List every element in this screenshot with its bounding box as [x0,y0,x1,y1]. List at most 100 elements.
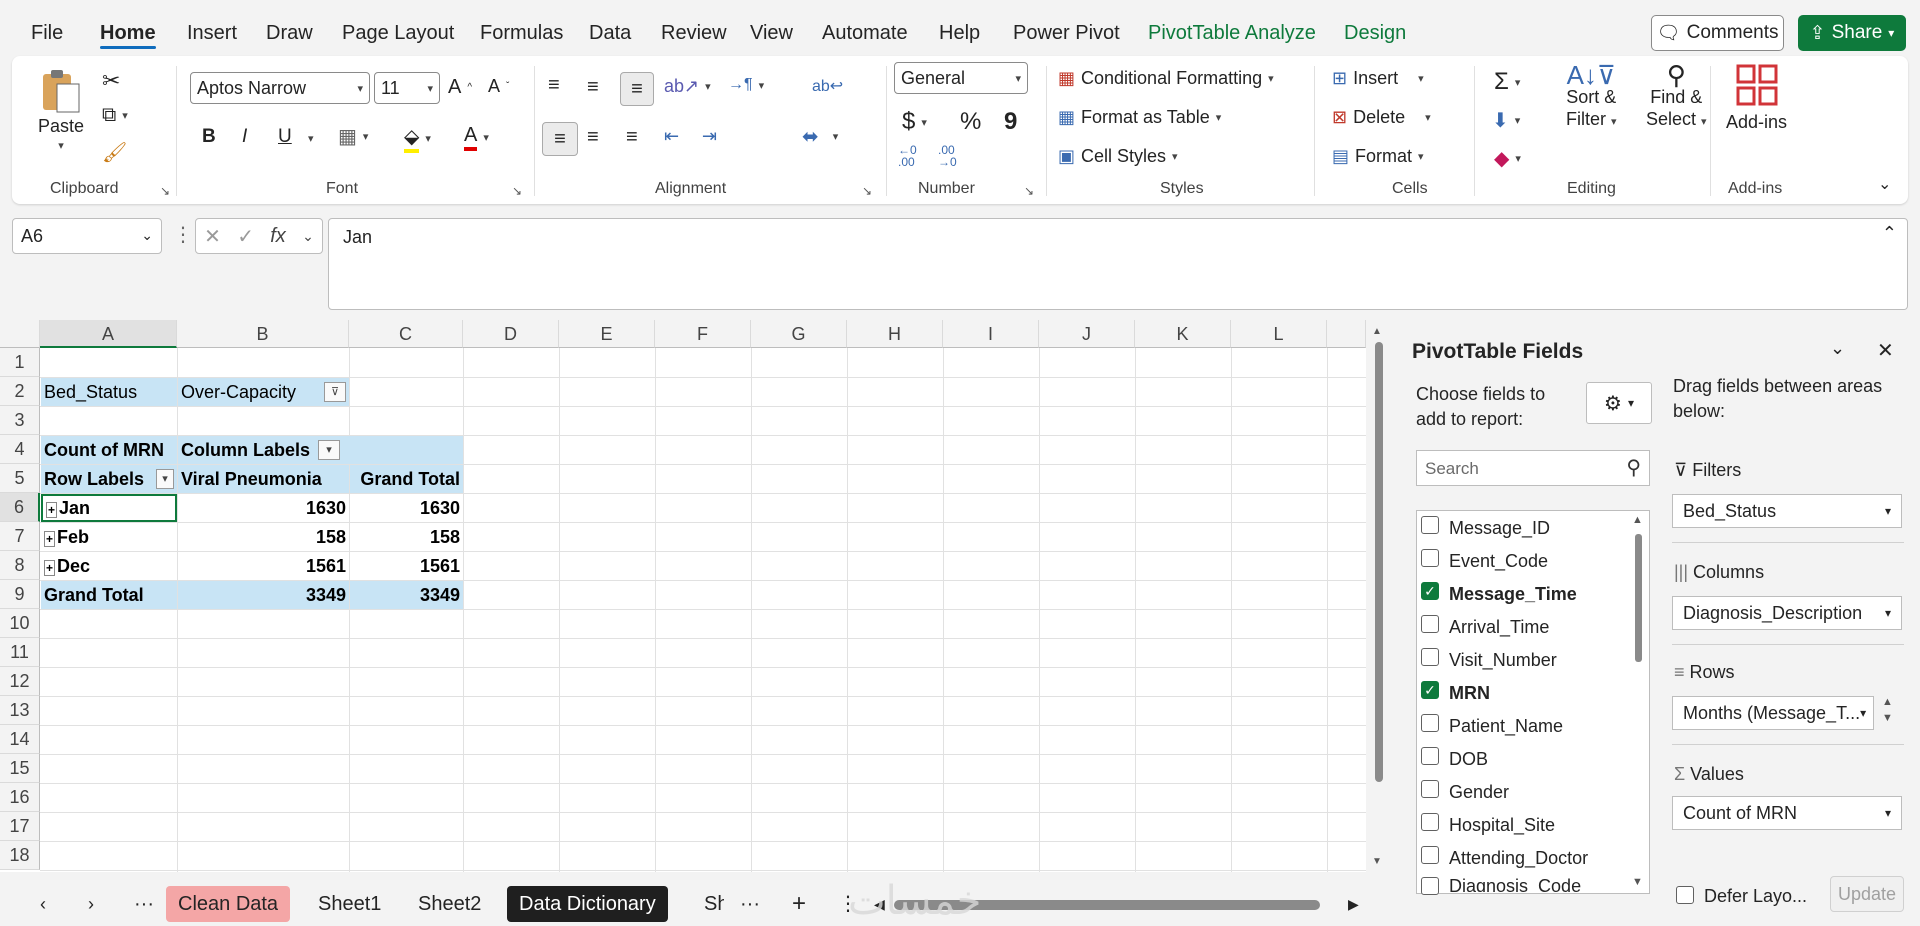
table-cell[interactable]: 1561 [350,552,463,580]
menu-review[interactable]: Review [661,22,727,45]
align-top-icon[interactable]: ≡ [548,74,560,97]
text-direction-icon[interactable]: →¶ ▾ [728,76,764,94]
menu-formulas[interactable]: Formulas [480,22,563,45]
select-all-corner[interactable] [0,320,40,348]
name-box[interactable]: A6 ⌄ [12,218,162,254]
scroll-up-icon[interactable]: ▲ [1372,326,1382,337]
menu-power-pivot[interactable]: Power Pivot [1013,22,1120,45]
rows-area-item[interactable]: Months (Message_T... ▾ [1672,696,1874,730]
row-header[interactable]: 4 [0,435,40,464]
scroll-down-icon[interactable]: ▼ [1372,856,1382,867]
font-color-icon[interactable]: A ▾ [464,124,489,151]
defer-layout-checkbox[interactable] [1676,886,1694,904]
row-header[interactable]: 3 [0,406,40,435]
row-header[interactable]: 5 [0,464,40,493]
dialog-launcher-icon[interactable]: ↘ [1024,184,1034,198]
settings-button[interactable]: ⚙ ▾ [1586,382,1652,424]
field-checkbox[interactable] [1421,813,1439,831]
menu-home[interactable]: Home [100,22,156,45]
field-label[interactable]: Message_Time [1449,584,1577,605]
bold-button[interactable]: B [202,126,216,148]
scroll-thumb[interactable] [1375,342,1383,782]
share-button[interactable]: ⇪ Share ▾ [1798,15,1906,51]
conditional-formatting-button[interactable]: ▦ Conditional Formatting ▾ [1058,68,1274,89]
cancel-icon[interactable]: ✕ [204,224,221,249]
align-middle-icon[interactable]: ≡ [587,76,599,99]
row-header[interactable]: 17 [0,812,40,841]
clear-icon[interactable]: ◆ ▾ [1494,146,1521,171]
field-label[interactable]: Arrival_Time [1449,617,1549,638]
column-header[interactable]: L [1231,320,1327,348]
menu-insert[interactable]: Insert [187,22,237,45]
field-label[interactable]: Gender [1449,782,1509,803]
scroll-up-icon[interactable]: ▲ [1632,514,1643,526]
field-checkbox[interactable] [1421,516,1439,534]
merge-center-icon[interactable]: ⬌ ▾ [802,124,838,149]
more-sheets-icon[interactable]: ··· [122,886,166,922]
chevron-down-icon[interactable]: ▾ [308,132,314,145]
table-row-label[interactable]: + Jan [41,494,177,522]
align-left-icon[interactable]: ≡ [542,122,578,156]
dropdown-arrow-icon[interactable]: ▾ [318,440,341,460]
pivot-filter-value-cell[interactable]: Over-Capacity ⊽ [178,378,349,406]
chevron-down-icon[interactable]: ⌄ [1830,338,1845,359]
table-row-label[interactable]: + Dec [41,552,177,580]
row-header[interactable]: 2 [0,377,40,406]
field-list-scrollbar[interactable]: ▲ ▼ [1630,514,1646,890]
dialog-launcher-icon[interactable]: ↘ [512,184,522,198]
grand-total-c[interactable]: 3349 [350,581,463,609]
field-label[interactable]: Event_Code [1449,551,1548,572]
increase-decimal-icon[interactable]: ←0.00 [898,144,917,168]
column-header[interactable]: E [559,320,655,348]
expand-icon[interactable]: + [46,502,58,518]
expand-icon[interactable]: + [44,560,56,576]
update-button[interactable]: Update [1830,876,1904,912]
next-sheet-icon[interactable]: › [76,886,106,922]
sort-filter-button[interactable]: A↓⊽ Sort & Filter ▾ [1566,62,1617,133]
formula-input[interactable]: Jan ⌃ [328,218,1908,310]
copy-icon[interactable]: ⧉ ▾ [102,104,128,127]
comments-button[interactable]: 🗨 Comments [1651,15,1784,51]
insert-function-icon[interactable]: fx [270,225,286,248]
pivot-row-labels-cell[interactable]: Row Labels ▾ [41,465,177,493]
row-header[interactable]: 1 [0,348,40,377]
values-area-item[interactable]: Count of MRN ▾ [1672,796,1902,830]
menu-draw[interactable]: Draw [266,22,313,45]
underline-button[interactable]: U [278,126,292,148]
wrap-text-icon[interactable]: ab↩ [812,76,843,96]
column-header[interactable]: F [655,320,751,348]
row-header[interactable]: 14 [0,725,40,754]
field-checkbox[interactable] [1421,615,1439,633]
dialog-launcher-icon[interactable]: ↘ [160,184,170,198]
close-icon[interactable]: ✕ [1877,338,1894,363]
row-header[interactable]: 15 [0,754,40,783]
table-cell[interactable]: 1561 [178,552,349,580]
autosum-icon[interactable]: Σ ▾ [1494,68,1520,96]
font-name-select[interactable]: Aptos Narrow ▾ [190,72,370,104]
column-header[interactable]: G [751,320,847,348]
field-checkbox[interactable] [1421,846,1439,864]
orientation-icon[interactable]: ab↗ ▾ [664,76,711,97]
decrease-decimal-icon[interactable]: .00 →0 [938,144,957,168]
table-cell[interactable]: 1630 [178,494,349,522]
find-select-button[interactable]: ⚲ Find & Select ▾ [1646,62,1707,133]
format-painter-icon[interactable]: 🖌 [102,140,127,165]
field-checkbox-checked[interactable]: ✓ [1421,681,1439,699]
menu-help[interactable]: Help [939,22,980,45]
currency-icon[interactable]: $ ▾ [902,108,927,136]
field-label[interactable]: Attending_Doctor [1449,848,1588,869]
field-checkbox[interactable] [1421,877,1439,895]
scroll-down-icon[interactable]: ▼ [1632,876,1643,888]
row-header[interactable]: 7 [0,522,40,551]
font-size-select[interactable]: 11 ▾ [374,72,440,104]
menu-data[interactable]: Data [589,22,631,45]
sheet-tab-clean-data[interactable]: Clean Data [166,886,291,922]
table-cell[interactable]: 1630 [350,494,463,522]
row-header[interactable]: 12 [0,667,40,696]
sheet-tab-partial[interactable]: Sh [694,886,724,922]
field-checkbox[interactable] [1421,714,1439,732]
field-label[interactable]: Diagnosis_Code [1449,876,1581,892]
row-header[interactable]: 18 [0,841,40,870]
scroll-thumb[interactable] [1635,534,1642,662]
column-header[interactable]: J [1039,320,1135,348]
